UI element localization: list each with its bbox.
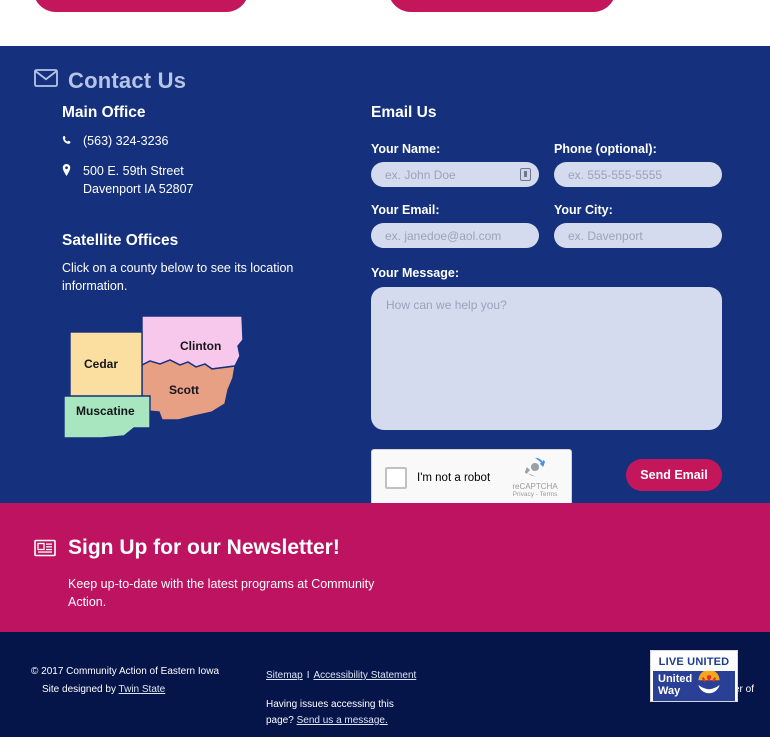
autofill-icon[interactable] — [520, 168, 531, 181]
main-office-heading: Main Office — [62, 104, 146, 121]
united-way-logo[interactable]: LIVE UNITED United Way — [650, 650, 738, 702]
message-textarea[interactable] — [371, 287, 722, 430]
newsletter-title: Sign Up for our Newsletter! — [68, 536, 340, 559]
phone-row: (563) 324-3236 — [62, 133, 362, 152]
address-text: 500 E. 59th Street Davenport IA 52807 — [83, 163, 194, 199]
county-shape-cedar — [69, 331, 143, 399]
field-your-city: Your City: — [554, 203, 722, 248]
phone-icon — [62, 133, 75, 152]
email-form-heading: Email Us — [371, 104, 437, 121]
footer-copyright-block: © 2017 Community Action of Eastern Iowa … — [31, 663, 219, 698]
envelope-icon — [34, 69, 58, 93]
footer-links-block: Sitemap I Accessibility Statement Having i… — [266, 670, 416, 728]
contact-section: Contact Us Main Office (563) 324-3236 50… — [0, 46, 770, 506]
footer-copyright: © 2017 Community Action of Eastern Iowa — [31, 666, 220, 677]
recaptcha-brand-name: reCAPTCHA — [512, 482, 558, 491]
contact-left-column: Main Office (563) 324-3236 500 E. 59th S… — [62, 104, 362, 442]
top-strip — [0, 0, 770, 46]
email-form: Email Us Your Name: Phone (optional): Yo… — [371, 104, 723, 506]
united-way-line-2: Way — [658, 685, 681, 697]
united-way-symbol-icon — [695, 669, 723, 702]
form-fields: Your Name: Phone (optional): Your Email:… — [371, 142, 723, 264]
label-your-name: Your Name: — [371, 142, 441, 156]
county-shape-scott — [141, 358, 236, 421]
footer-link-separator: I — [306, 670, 310, 681]
live-united-text: LIVE UNITED — [653, 653, 735, 671]
recaptcha-brand: reCAPTCHA Privacy - Terms — [507, 455, 563, 498]
name-input[interactable] — [371, 162, 539, 187]
newsletter-section: Sign Up for our Newsletter! Keep up-to-d… — [0, 503, 770, 632]
form-bottom-row: I'm not a robot reCAPTCHA Privacy - Term… — [371, 449, 722, 506]
sitemap-link[interactable]: Sitemap — [266, 670, 303, 681]
twin-state-link[interactable]: Twin State — [119, 684, 166, 695]
united-way-wordmark-row: United Way — [653, 669, 735, 702]
address-line-2: Davenport IA 52807 — [83, 181, 194, 196]
county-map[interactable]: Clinton Cedar Scott Muscatine — [62, 312, 312, 442]
address-line-1: 500 E. 59th Street — [83, 163, 184, 178]
map-pin-icon — [62, 163, 75, 182]
field-your-message: Your Message: — [371, 266, 723, 435]
county-shape-clinton — [141, 315, 244, 370]
newspaper-icon — [34, 538, 56, 558]
contact-heading-row: Contact Us — [34, 68, 186, 94]
city-input[interactable] — [554, 223, 722, 248]
satellite-offices-description: Click on a county below to see its locat… — [62, 261, 294, 293]
send-us-a-message-link[interactable]: Send us a message. — [297, 715, 388, 726]
label-your-message: Your Message: — [371, 266, 459, 280]
field-phone: Phone (optional): — [554, 142, 722, 187]
united-way-wordmark: United Way — [653, 674, 692, 697]
footer-issues-block: Having issues accessing this page? Send … — [266, 697, 411, 728]
footer-designer-prefix: Site designed by — [42, 683, 119, 695]
label-your-city: Your City: — [554, 203, 613, 217]
phone-number[interactable]: (563) 324-3236 — [83, 133, 168, 151]
recaptcha-logo-icon — [507, 455, 563, 481]
footer-link-row: Sitemap I Accessibility Statement — [266, 670, 416, 681]
accessibility-statement-link[interactable]: Accessibility Statement — [313, 670, 416, 681]
recaptcha-legal-separator: - — [535, 491, 538, 498]
email-input[interactable] — [371, 223, 539, 248]
field-your-email: Your Email: — [371, 203, 539, 248]
cut-off-button-right[interactable] — [388, 0, 616, 12]
county-shape-muscatine — [63, 395, 151, 439]
label-your-email: Your Email: — [371, 203, 440, 217]
newsletter-content: Sign Up for our Newsletter! Keep up-to-d… — [34, 536, 378, 611]
label-phone: Phone (optional): — [554, 142, 657, 156]
page-title: Contact Us — [68, 68, 187, 93]
contact-page: Contact Us Main Office (563) 324-3236 50… — [0, 0, 770, 737]
recaptcha-label: I'm not a robot — [417, 471, 491, 484]
newsletter-subtitle: Keep up-to-date with the latest programs… — [68, 577, 375, 610]
footer-designer-line: Site designed by Twin State — [31, 681, 219, 699]
satellite-offices-heading: Satellite Offices — [62, 232, 179, 250]
phone-input[interactable] — [554, 162, 722, 187]
field-your-name: Your Name: — [371, 142, 539, 187]
cut-off-button-left[interactable] — [33, 0, 249, 12]
recaptcha-checkbox[interactable] — [385, 466, 407, 489]
recaptcha-terms-link[interactable]: Terms — [540, 491, 558, 498]
address-row: 500 E. 59th Street Davenport IA 52807 — [62, 163, 362, 199]
send-email-button[interactable]: Send Email — [626, 459, 722, 491]
recaptcha-legal[interactable]: Privacy - Terms — [507, 491, 563, 498]
recaptcha-privacy-link[interactable]: Privacy — [513, 491, 534, 498]
recaptcha-widget[interactable]: I'm not a robot reCAPTCHA Privacy - Term… — [371, 449, 572, 506]
newsletter-title-row: Sign Up for our Newsletter! — [34, 536, 378, 560]
